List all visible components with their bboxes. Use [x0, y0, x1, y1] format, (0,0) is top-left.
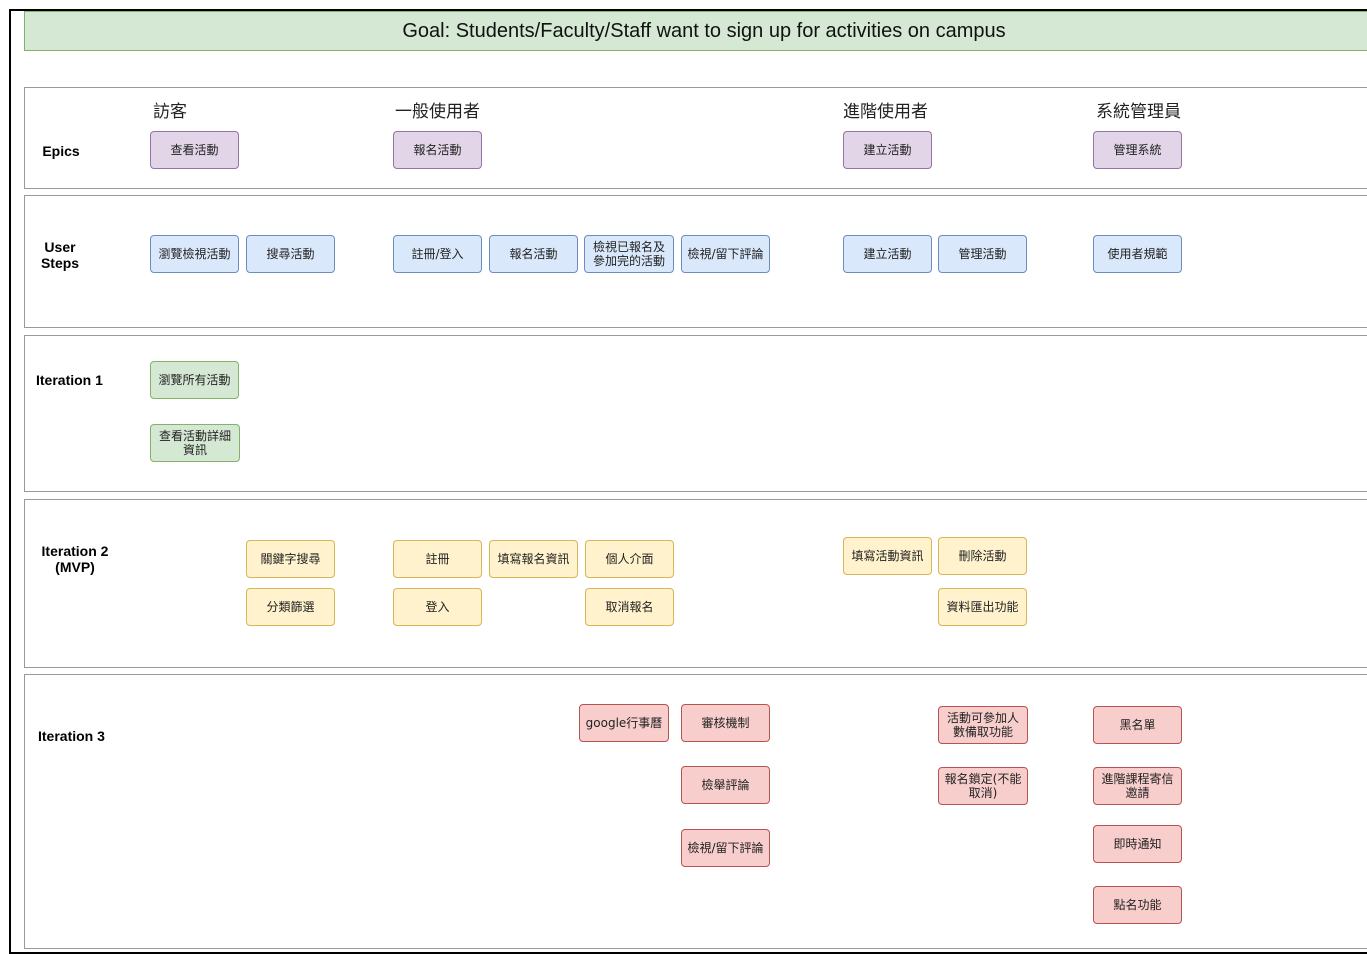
iteration-1-card[interactable]: 查看活動詳細 資訊	[150, 424, 240, 462]
user-step-card[interactable]: 註冊/登入	[393, 235, 482, 273]
iteration-2-card[interactable]: 註冊	[393, 540, 482, 578]
persona-admin: 系統管理員	[1096, 102, 1181, 122]
iteration-2-card[interactable]: 資料匯出功能	[938, 588, 1027, 626]
lane-iteration-2	[24, 499, 1367, 668]
iteration-1-card[interactable]: 瀏覽所有活動	[150, 361, 239, 399]
user-step-card[interactable]: 使用者規範	[1093, 235, 1182, 273]
iteration-3-card[interactable]: 審核機制	[681, 704, 770, 742]
goal-banner: Goal: Students/Faculty/Staff want to sig…	[24, 11, 1367, 51]
iteration-2-card[interactable]: 關鍵字搜尋	[246, 540, 335, 578]
user-step-card[interactable]: 建立活動	[843, 235, 932, 273]
epic-card[interactable]: 建立活動	[843, 131, 932, 169]
user-step-card[interactable]: 搜尋活動	[246, 235, 335, 273]
iteration-3-card[interactable]: 即時通知	[1093, 825, 1182, 863]
epic-card[interactable]: 報名活動	[393, 131, 482, 169]
iteration-2-card[interactable]: 填寫活動資訊	[843, 537, 932, 575]
user-step-card[interactable]: 檢視/留下評論	[681, 235, 770, 273]
iteration-3-card[interactable]: 黑名單	[1093, 706, 1182, 744]
lane-label-user-steps: User Steps	[40, 239, 80, 271]
iteration-2-card[interactable]: 取消報名	[585, 588, 674, 626]
lane-label-iteration-3: Iteration 3	[38, 728, 105, 744]
lane-label-iteration-1: Iteration 1	[36, 372, 103, 388]
user-step-card[interactable]: 管理活動	[938, 235, 1027, 273]
iteration-2-card[interactable]: 填寫報名資訊	[489, 540, 578, 578]
iteration-3-card[interactable]: 檢舉評論	[681, 766, 770, 804]
user-step-card[interactable]: 報名活動	[489, 235, 578, 273]
iteration-2-card[interactable]: 分類篩選	[246, 588, 335, 626]
iteration-3-card[interactable]: 進階課程寄信 邀請	[1093, 767, 1182, 805]
persona-visitor: 訪客	[153, 102, 187, 122]
lane-label-epics: Epics	[42, 143, 80, 159]
epic-card[interactable]: 查看活動	[150, 131, 239, 169]
iteration-3-card[interactable]: 報名鎖定(不能 取消)	[938, 767, 1028, 805]
epic-card[interactable]: 管理系統	[1093, 131, 1182, 169]
user-step-card[interactable]: 瀏覽檢視活動	[150, 235, 239, 273]
iteration-3-card[interactable]: 檢視/留下評論	[681, 829, 770, 867]
iteration-2-card[interactable]: 刪除活動	[938, 537, 1027, 575]
lane-iteration-1	[24, 335, 1367, 492]
iteration-2-card[interactable]: 登入	[393, 588, 482, 626]
lane-label-iteration-2: Iteration 2 (MVP)	[41, 543, 109, 575]
user-step-card[interactable]: 檢視已報名及 參加完的活動	[584, 235, 674, 273]
iteration-2-card[interactable]: 個人介面	[585, 540, 674, 578]
iteration-3-card[interactable]: 點名功能	[1093, 886, 1182, 924]
persona-general-user: 一般使用者	[395, 102, 480, 122]
iteration-3-card[interactable]: google行事曆	[579, 704, 669, 742]
iteration-3-card[interactable]: 活動可參加人 數備取功能	[938, 706, 1028, 744]
persona-advanced-user: 進階使用者	[843, 102, 928, 122]
